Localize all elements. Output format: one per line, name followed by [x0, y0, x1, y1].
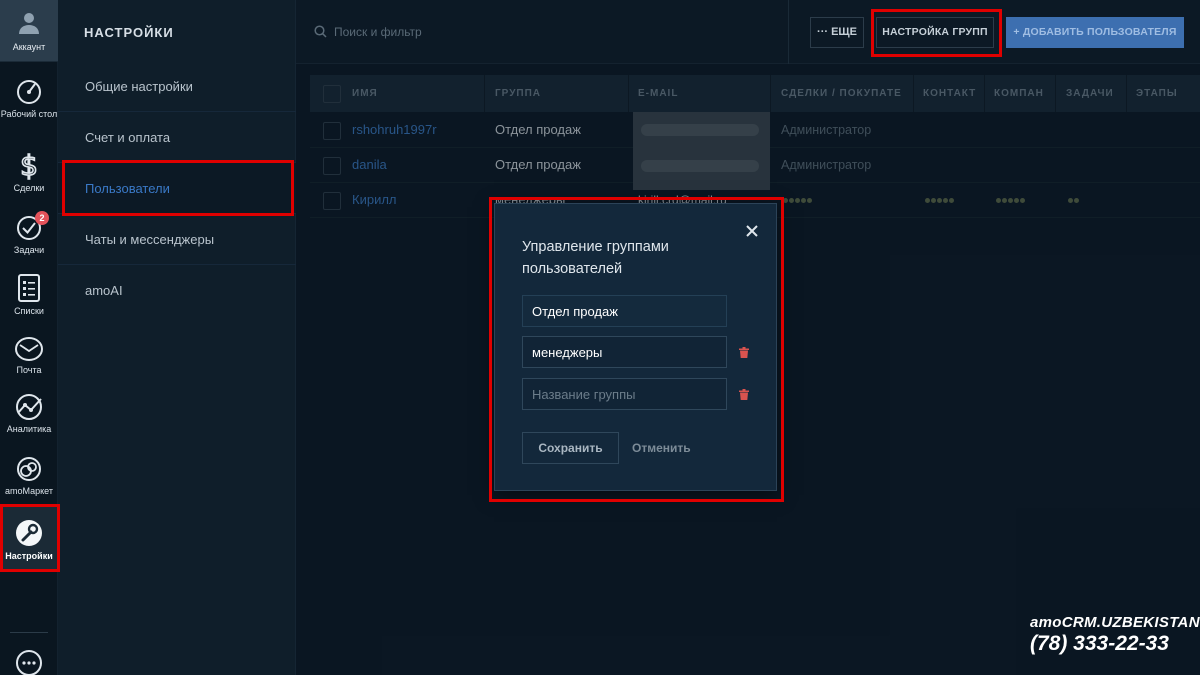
sidebar-item-dashboard[interactable]: Рабочий стол — [0, 78, 58, 120]
main-sidebar: Аккаунт Рабочий стол $ Сделки 2 Задачи С… — [0, 0, 58, 675]
search-input[interactable]: Поиск и фильтр — [334, 25, 422, 39]
sidebar-item-lists[interactable]: Списки — [0, 273, 58, 317]
highlight-group-settings — [871, 9, 1002, 57]
add-user-button[interactable]: + ДОБАВИТЬ ПОЛЬЗОВАТЕЛЯ — [1006, 17, 1184, 48]
sidebar-item-analytics[interactable]: Аналитика — [0, 393, 58, 435]
account-button[interactable]: Аккаунт — [0, 0, 58, 62]
settings-item-amoai[interactable]: amoAI — [58, 265, 296, 316]
rail-divider — [10, 632, 48, 633]
dashboard-icon — [17, 80, 41, 104]
sidebar-item-tasks[interactable]: 2 Задачи — [0, 211, 58, 256]
sidebar-item-label: Списки — [14, 306, 44, 316]
sidebar-item-label: Сделки — [13, 183, 45, 193]
top-bar: Поиск и фильтр ··· ЕЩЕ НАСТРОЙКА ГРУПП +… — [296, 0, 1200, 64]
sidebar-item-label: Почта — [16, 365, 42, 375]
settings-item-chats[interactable]: Чаты и мессенджеры — [58, 214, 296, 265]
analytics-icon — [16, 394, 42, 420]
topbar-divider — [788, 0, 789, 64]
chat-icon — [16, 650, 42, 675]
tasks-badge: 2 — [35, 211, 49, 225]
market-icon — [17, 457, 41, 481]
user-avatar-icon — [19, 13, 39, 34]
highlight-settings-item — [0, 504, 60, 572]
settings-title: НАСТРОЙКИ — [84, 25, 174, 40]
sidebar-item-label: Аналитика — [6, 424, 52, 434]
dollar-icon: $ — [19, 150, 38, 180]
settings-sidebar: НАСТРОЙКИ Общие настройки Счет и оплата … — [58, 0, 296, 675]
brand-watermark: amoCRM.UZBEKISTAN (78) 333-22-33 — [1030, 614, 1200, 656]
more-button[interactable]: ··· ЕЩЕ — [810, 17, 864, 48]
chat-button[interactable] — [0, 648, 58, 675]
sidebar-item-market[interactable]: amoМаркет — [0, 455, 58, 497]
lists-icon — [18, 274, 40, 302]
sidebar-item-label: amoМаркет — [5, 486, 53, 496]
sidebar-item-deals[interactable]: $ Сделки — [0, 150, 58, 194]
settings-item-general[interactable]: Общие настройки — [58, 61, 296, 112]
settings-item-billing[interactable]: Счет и оплата — [58, 112, 296, 163]
search-icon — [314, 25, 327, 38]
account-label: Аккаунт — [12, 42, 46, 52]
sidebar-item-mail[interactable]: Почта — [0, 336, 58, 376]
brand-name: amoCRM.UZBEKISTAN — [1030, 614, 1200, 631]
sidebar-item-label: Рабочий стол — [0, 109, 58, 119]
mail-icon — [15, 337, 43, 361]
highlight-users-item — [62, 160, 294, 216]
highlight-modal — [489, 197, 784, 502]
svg-text:$: $ — [20, 150, 38, 180]
brand-phone: (78) 333-22-33 — [1030, 632, 1169, 655]
sidebar-item-label: Задачи — [13, 245, 45, 255]
